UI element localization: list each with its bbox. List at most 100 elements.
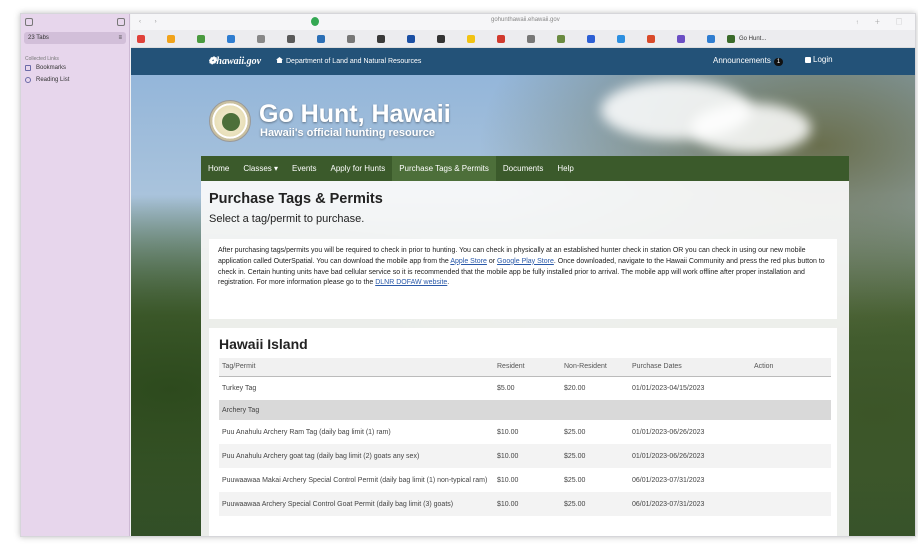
nav-item[interactable]: Classes ▾ [236,156,285,181]
column-header-nonresident: Non-Resident [561,358,629,377]
action-cell[interactable] [751,468,831,492]
site-favicon-icon [727,34,735,43]
dofaw-website-link[interactable]: DLNR DOFAW website [375,279,447,286]
announcements-link[interactable]: Announcements 1 [713,56,784,66]
action-cell[interactable] [751,492,831,516]
resident-price-cell: $10.00 [497,476,519,484]
favorite-site-icon[interactable] [437,34,445,43]
share-new-tab-icons[interactable]: ↑ ＋ ▢ [856,17,909,26]
favorite-site-icon[interactable] [527,34,535,43]
reading-list-icon [25,77,31,83]
action-cell[interactable] [751,444,831,468]
favorite-site-icon[interactable] [467,34,475,43]
department-link[interactable]: Department of Land and Natural Resources [276,57,421,65]
favorite-site-icon[interactable] [137,34,145,43]
site-title[interactable]: Go Hunt, Hawaii [259,100,451,129]
state-seal-logo[interactable] [209,100,251,142]
logo-text: hawaii.gov [216,56,262,67]
favorites-bar: Go Hunt... [131,30,915,48]
back-forward-icon[interactable]: ‹ › [139,19,163,25]
favorite-site-icon[interactable] [557,34,565,43]
check-in-notice: After purchasing tags/permits you will b… [209,239,837,319]
sidebar-toggle-icon[interactable] [25,18,33,26]
favorite-site-icon[interactable] [257,34,265,43]
active-tab[interactable]: Go Hunt... [727,34,767,43]
sidebar-item-reading-list[interactable]: Reading List [21,74,129,86]
purchase-dates-cell: 01/01/2023-06/26/2023 [629,444,751,468]
resident-price-cell: $10.00 [497,428,519,436]
login-link[interactable]: Login [805,55,833,64]
background-cloud [691,103,811,153]
nav-item[interactable]: Purchase Tags & Permits [392,156,496,181]
column-header-resident: Resident [494,358,561,377]
table-header-row: Tag/Permit Resident Non-Resident Purchas… [219,358,831,377]
group-label: Archery Tag [219,400,831,420]
favorite-site-icon[interactable] [587,34,595,43]
action-cell[interactable] [751,420,831,444]
resident-price-cell: $5.00 [497,384,515,392]
column-header-tag: Tag/Permit [219,358,494,377]
purchase-dates-cell: 01/01/2023-04/15/2023 [632,384,705,392]
apple-store-link[interactable]: Apple Store [450,258,487,265]
action-cell[interactable] [751,376,831,400]
resident-price-cell: $10.00 [494,444,561,468]
table-row: Puu Anahulu Archery Ram Tag (daily bag l… [219,420,831,444]
sidebar-item-label: Reading List [36,77,70,83]
main-content: Purchase Tags & Permits Select a tag/per… [201,181,849,536]
purchase-dates-cell: 06/01/2023-07/31/2023 [632,476,705,484]
tag-name-cell: Puuwaawaa Makai Archery Special Control … [222,476,488,484]
favorite-site-icon[interactable] [617,34,625,43]
table-row: Turkey Tag $5.00 $20.00 01/01/2023-04/15/20… [219,376,831,400]
favorite-site-icon[interactable] [707,34,715,43]
nav-item[interactable]: Apply for Hunts [324,156,393,181]
google-play-link[interactable]: Google Play Store [497,258,554,265]
column-header-dates: Purchase Dates [629,358,751,377]
hawaii-gov-logo[interactable]: ❁hawaii.gov [208,56,261,67]
nav-item[interactable]: Documents [496,156,550,181]
favorite-site-icon[interactable] [197,34,205,43]
tag-name-cell: Puuwaawaa Archery Special Control Goat P… [219,492,494,516]
state-header-bar: ❁hawaii.gov Department of Land and Natur… [131,48,915,75]
seal-emblem [222,113,240,131]
nonresident-price-cell: $25.00 [561,444,629,468]
favorite-site-icon[interactable] [677,34,685,43]
table-body: Turkey Tag $5.00 $20.00 01/01/2023-04/15/20… [219,376,831,516]
nav-item[interactable]: Home [201,156,236,181]
tab-group-menu-icon[interactable]: ≡ [118,35,122,41]
address-bar[interactable]: gohunthawaii.ehawaii.gov [491,17,560,23]
web-content: ❁hawaii.gov Department of Land and Natur… [131,48,915,536]
hawaii-island-section: Hawaii Island Tag/Permit Resident Non-Re… [209,328,837,536]
favorite-site-icon[interactable] [287,34,295,43]
favorite-site-icon[interactable] [317,34,325,43]
site-subtitle: Hawaii's official hunting resource [260,127,435,139]
tab-overview-icon[interactable] [117,18,125,26]
table-row: Puuwaawaa Archery Special Control Goat P… [219,492,831,516]
active-tab-label: Go Hunt... [739,35,767,42]
tag-name-cell: Puu Anahulu Archery goat tag (daily bag … [219,444,494,468]
purchase-dates-cell: 06/01/2023-07/31/2023 [629,492,751,516]
tag-name-cell: Turkey Tag [222,384,257,392]
browser-toolbar: ‹ › gohunthawaii.ehawaii.gov ↑ ＋ ▢ [131,14,915,30]
favorite-site-icon[interactable] [647,34,655,43]
tab-group-item[interactable]: 23 Tabs ≡ [24,32,126,44]
resident-price-cell: $10.00 [494,492,561,516]
nav-item[interactable]: Events [285,156,323,181]
favorite-site-icon[interactable] [377,34,385,43]
nav-item[interactable]: Help [550,156,580,181]
nonresident-price-cell: $25.00 [561,492,629,516]
sidebar-item-bookmarks[interactable]: Bookmarks [21,62,129,74]
favorite-site-icon[interactable] [407,34,415,43]
favorite-site-icon[interactable] [497,34,505,43]
login-label: Login [813,55,833,64]
purchase-dates-cell: 01/01/2023-06/26/2023 [632,428,705,436]
favorite-site-icon[interactable] [227,34,235,43]
favorite-site-icon[interactable] [347,34,355,43]
privacy-shield-icon[interactable] [311,17,319,26]
page-subtitle: Select a tag/permit to purchase. [209,213,365,225]
home-icon [276,57,283,63]
favorite-site-icon[interactable] [167,34,175,43]
sidebar-toolbar [21,14,129,30]
table-group-row: Archery Tag [219,400,831,420]
tags-table: Tag/Permit Resident Non-Resident Purchas… [219,358,831,516]
page-title: Purchase Tags & Permits [209,191,383,207]
